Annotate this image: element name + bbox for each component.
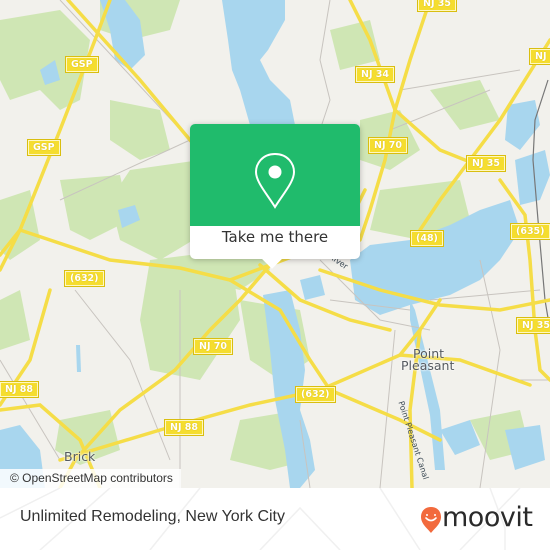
route-shield-nj35-mid: NJ 35 (465, 155, 507, 172)
moovit-pin-icon (421, 507, 441, 533)
map-pin-icon (254, 152, 296, 209)
route-shield-nj88-left: NJ 88 (0, 381, 40, 398)
route-shield-nj34: NJ 34 (354, 66, 396, 83)
place-label-brick: Brick (64, 449, 96, 464)
take-me-there-button[interactable]: Take me there (190, 228, 360, 246)
take-me-there-popup[interactable]: Take me there (190, 124, 360, 269)
route-shield-nj35-top: NJ 35 (416, 0, 458, 12)
moovit-wordmark: moovit (442, 502, 533, 533)
route-shield-nj35-right: NJ 35 (515, 317, 550, 334)
route-shield-r632-left: (632) (64, 270, 105, 287)
route-shield-gsp-2: GSP (27, 139, 61, 156)
osm-attribution[interactable]: © OpenStreetMap contributors (0, 469, 181, 488)
route-shield-nj70-mid: NJ 70 (192, 338, 234, 355)
route-shield-nj-right-top: NJ (529, 48, 550, 65)
route-shield-r48: (48) (410, 230, 444, 247)
map[interactable]: GSP GSP NJ 35 NJ 34 NJ 70 NJ 35 NJ (48) (635) NJ … (0, 0, 550, 488)
route-shield-gsp-1: GSP (65, 56, 99, 73)
railway (532, 79, 550, 331)
route-shield-nj70-top: NJ 70 (367, 137, 409, 154)
route-shield-r632-mid: (632) (295, 386, 336, 403)
place-label-point-pleasant-2: Pleasant (401, 358, 455, 373)
route-shield-nj88-mid: NJ 88 (163, 419, 205, 436)
place-title: Unlimited Remodeling, New York City (20, 508, 285, 525)
popup-header (190, 124, 360, 226)
route-shield-r635: (635) (510, 223, 550, 240)
